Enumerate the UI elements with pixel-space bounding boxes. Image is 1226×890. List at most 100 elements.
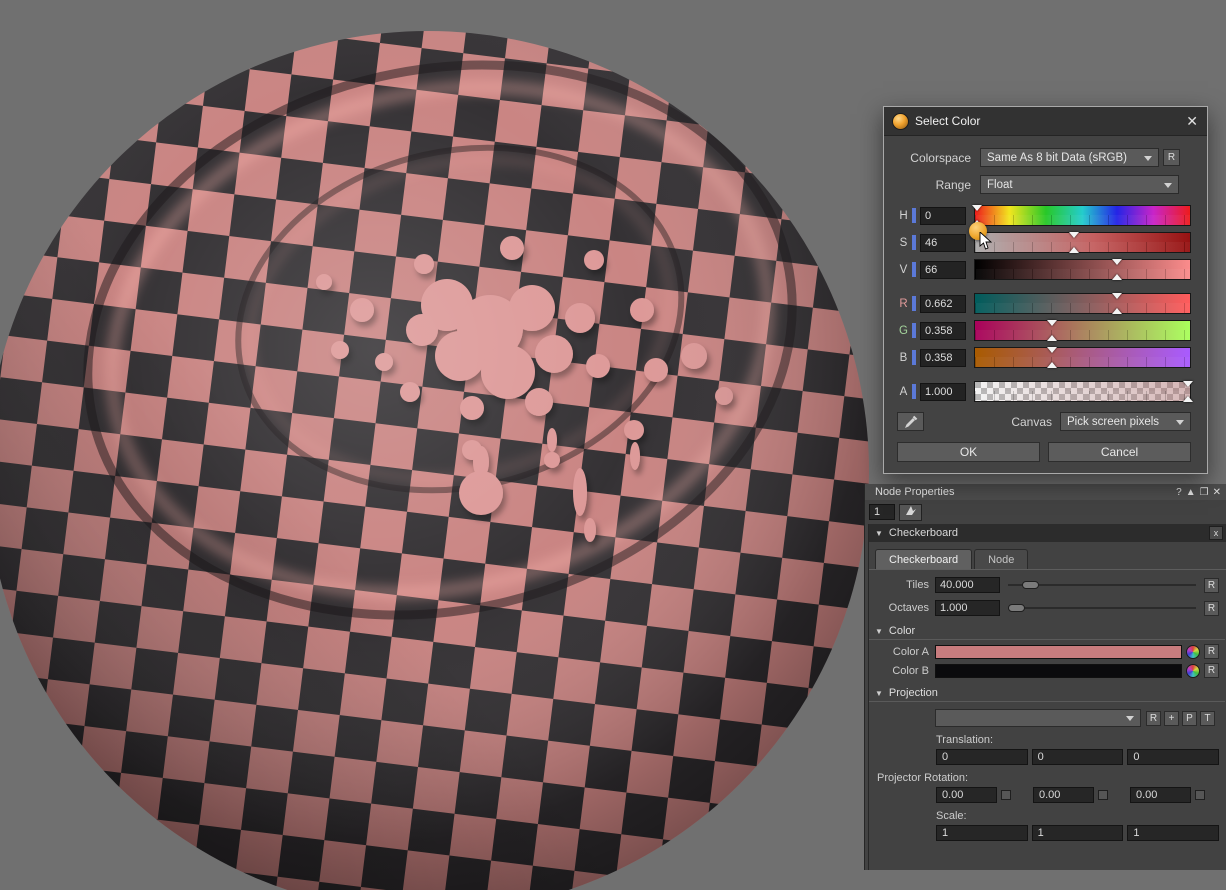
g-value-field[interactable]: 0.358 bbox=[920, 322, 966, 340]
red-gradient-slider[interactable] bbox=[974, 293, 1191, 314]
selection-index-field[interactable]: 1 bbox=[869, 504, 895, 520]
tab-node[interactable]: Node bbox=[974, 549, 1028, 569]
octaves-slider[interactable] bbox=[1008, 600, 1196, 616]
section-header-projection[interactable]: ▼ Projection bbox=[869, 687, 1225, 702]
slider-marker[interactable] bbox=[972, 205, 982, 211]
projector-button[interactable]: P bbox=[1182, 711, 1197, 726]
green-gradient-slider[interactable] bbox=[974, 320, 1191, 341]
chevron-down-icon bbox=[1164, 183, 1172, 192]
hue-gradient-slider[interactable] bbox=[974, 205, 1191, 226]
texture-button[interactable]: T bbox=[1200, 711, 1215, 726]
chevron-down-icon bbox=[1176, 420, 1184, 429]
tab-checkerboard[interactable]: Checkerboard bbox=[875, 549, 972, 569]
slider-marker[interactable] bbox=[1047, 335, 1057, 341]
reset-button[interactable]: R bbox=[1146, 711, 1161, 726]
channel-mini-slider[interactable] bbox=[912, 296, 916, 311]
rotation-y-field[interactable]: 0.00 bbox=[1033, 787, 1094, 803]
channel-mini-slider[interactable] bbox=[912, 262, 916, 277]
saturation-gradient-slider[interactable] bbox=[974, 232, 1191, 253]
slider-marker[interactable] bbox=[1047, 320, 1057, 326]
chevron-down-icon bbox=[1126, 716, 1134, 725]
section-header-checkerboard[interactable]: ▼ Checkerboard x bbox=[869, 524, 1226, 542]
add-button[interactable]: + bbox=[1164, 711, 1179, 726]
reset-button[interactable]: R bbox=[1204, 601, 1219, 616]
color-picker-icon[interactable] bbox=[1186, 645, 1200, 659]
tiles-slider[interactable] bbox=[1008, 577, 1196, 593]
panel-header[interactable]: Node Properties ? ▲ ❐ ✕ bbox=[865, 484, 1226, 500]
pin-icon bbox=[905, 505, 917, 516]
s-value-field[interactable]: 46 bbox=[920, 234, 966, 252]
pin-selection-button[interactable] bbox=[899, 504, 922, 521]
reset-button[interactable]: R bbox=[1204, 578, 1219, 593]
rotation-fields: 0.00 0.00 0.00 bbox=[936, 787, 1219, 803]
translation-y-field[interactable]: 0 bbox=[1032, 749, 1124, 765]
translation-z-field[interactable]: 0 bbox=[1127, 749, 1219, 765]
slider-marker[interactable] bbox=[1069, 232, 1079, 238]
color-a-label: Color A bbox=[869, 646, 929, 658]
color-b-swatch[interactable] bbox=[935, 664, 1182, 678]
channel-label-s: S bbox=[897, 237, 910, 249]
color-a-swatch[interactable] bbox=[935, 645, 1182, 659]
r-value-field[interactable]: 0.662 bbox=[920, 295, 966, 313]
chevron-down-icon bbox=[1144, 156, 1152, 165]
cancel-button[interactable]: Cancel bbox=[1048, 442, 1191, 462]
blue-gradient-slider[interactable] bbox=[974, 347, 1191, 368]
channel-mini-slider[interactable] bbox=[912, 350, 916, 365]
scale-x-field[interactable]: 1 bbox=[936, 825, 1028, 841]
tiles-field[interactable]: 40.000 bbox=[935, 577, 1000, 593]
collapse-icon[interactable]: ▲ bbox=[1186, 487, 1196, 498]
h-value-field[interactable]: 0 bbox=[920, 207, 966, 225]
translation-x-field[interactable]: 0 bbox=[936, 749, 1028, 765]
slider-marker[interactable] bbox=[1047, 362, 1057, 368]
reset-button[interactable]: R bbox=[1204, 663, 1219, 678]
slider-marker[interactable] bbox=[1112, 308, 1122, 314]
colorspace-dropdown[interactable]: Same As 8 bit Data (sRGB) bbox=[980, 148, 1159, 167]
projector-dropdown[interactable] bbox=[935, 709, 1141, 727]
b-value-field[interactable]: 0.358 bbox=[920, 349, 966, 367]
octaves-field[interactable]: 1.000 bbox=[935, 600, 1000, 616]
rotation-x-field[interactable]: 0.00 bbox=[936, 787, 997, 803]
close-icon[interactable]: ✕ bbox=[1186, 114, 1198, 128]
alpha-gradient-slider[interactable] bbox=[974, 381, 1191, 402]
color-picker-icon[interactable] bbox=[1186, 664, 1200, 678]
slider-marker[interactable] bbox=[1183, 381, 1193, 387]
slider-marker[interactable] bbox=[1047, 347, 1057, 353]
panel-title: Node Properties bbox=[875, 486, 955, 498]
slider-marker[interactable] bbox=[1183, 396, 1193, 402]
slider-marker[interactable] bbox=[972, 220, 982, 226]
value-gradient-slider[interactable] bbox=[974, 259, 1191, 280]
close-icon[interactable]: ✕ bbox=[1213, 487, 1221, 498]
collapse-triangle-icon: ▼ bbox=[875, 529, 883, 538]
dialog-titlebar[interactable]: Select Color ✕ bbox=[884, 107, 1207, 136]
help-icon[interactable]: ? bbox=[1176, 487, 1182, 498]
slider-marker[interactable] bbox=[1069, 247, 1079, 253]
a-value-field[interactable]: 1.000 bbox=[920, 383, 966, 401]
section-header-color[interactable]: ▼ Color bbox=[869, 625, 1225, 640]
channel-mini-slider[interactable] bbox=[912, 235, 916, 250]
slider-marker[interactable] bbox=[1112, 259, 1122, 265]
v-value-field[interactable]: 66 bbox=[920, 261, 966, 279]
channel-mini-slider[interactable] bbox=[912, 323, 916, 338]
range-dropdown[interactable]: Float bbox=[980, 175, 1179, 194]
scale-z-field[interactable]: 1 bbox=[1127, 825, 1219, 841]
float-panel-icon[interactable]: ❐ bbox=[1200, 487, 1209, 498]
rotation-z-field[interactable]: 0.00 bbox=[1130, 787, 1191, 803]
reset-button[interactable]: R bbox=[1204, 644, 1219, 659]
channel-mini-slider[interactable] bbox=[912, 384, 916, 399]
slider-groove bbox=[1008, 607, 1196, 609]
channel-mini-slider[interactable] bbox=[912, 208, 916, 223]
channel-label-h: H bbox=[897, 210, 910, 222]
slider-marker[interactable] bbox=[1112, 274, 1122, 280]
rotation-link-button[interactable] bbox=[1001, 790, 1011, 800]
slider-knob[interactable] bbox=[1022, 581, 1039, 589]
scale-y-field[interactable]: 1 bbox=[1032, 825, 1124, 841]
remove-node-button[interactable]: x bbox=[1209, 526, 1223, 540]
canvas-dropdown[interactable]: Pick screen pixels bbox=[1060, 412, 1191, 431]
rotation-link-button[interactable] bbox=[1098, 790, 1108, 800]
slider-knob[interactable] bbox=[1008, 604, 1025, 612]
eyedropper-button[interactable] bbox=[897, 412, 924, 431]
rotation-link-button[interactable] bbox=[1195, 790, 1205, 800]
reset-button[interactable]: R bbox=[1163, 149, 1180, 166]
ok-button[interactable]: OK bbox=[897, 442, 1040, 462]
slider-marker[interactable] bbox=[1112, 293, 1122, 299]
